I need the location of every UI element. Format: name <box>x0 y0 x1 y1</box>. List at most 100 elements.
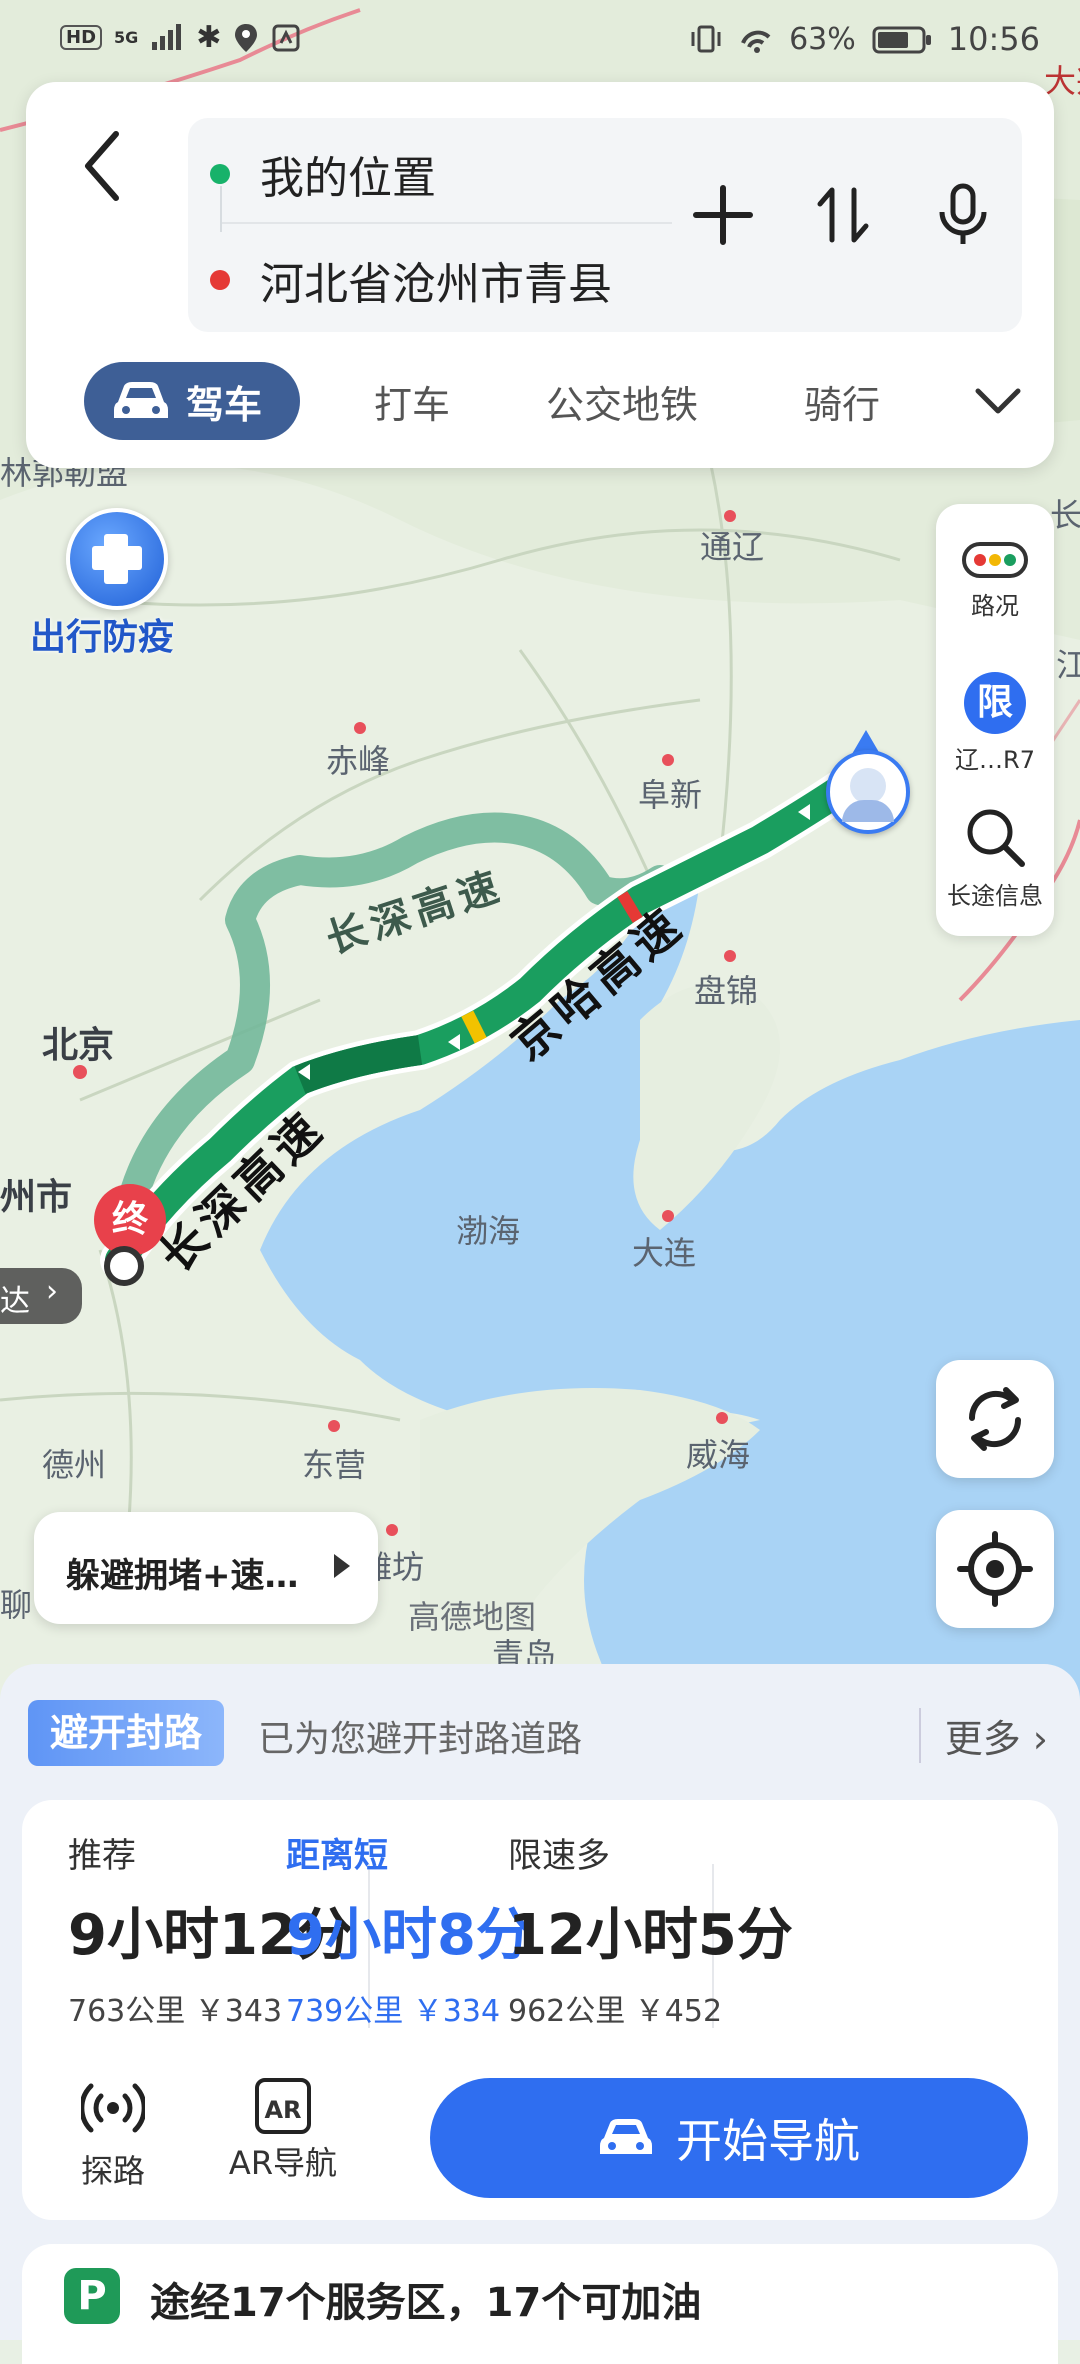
map-attribution: 高德地图 <box>408 1598 537 1636</box>
shield-icon <box>66 508 168 610</box>
restriction-badge: 限 <box>964 672 1026 734</box>
more-modes-button[interactable] <box>972 362 1024 440</box>
traffic-light-icon <box>962 542 1028 578</box>
map-label-chifeng: 赤峰 <box>326 742 391 780</box>
route-option-meta: 739公里 ￥334 <box>286 1994 501 2029</box>
map-label-dezhou: 德州 <box>42 1446 107 1484</box>
origin-dot <box>210 164 230 184</box>
route-options-card: 推荐 9小时12分 763公里 ￥343 距离短 9小时8分 739公里 ￥33… <box>22 1800 1058 2220</box>
ar-icon: AR <box>255 2078 311 2134</box>
explore-label: 探路 <box>80 2152 145 2190</box>
tab-drive[interactable]: 驾车 <box>84 362 301 440</box>
map-label-dalian: 大连 <box>632 1234 697 1272</box>
swap-icon <box>817 187 869 243</box>
tab-taxi[interactable]: 打车 <box>374 362 450 440</box>
ar-nav-button[interactable]: AR AR导航 <box>208 2078 358 2184</box>
my-location-marker <box>824 730 910 840</box>
location-icon <box>235 23 258 52</box>
destination-field[interactable]: 河北省沧州市青县 <box>210 230 612 330</box>
restriction-button[interactable]: 限 辽…R7 <box>936 672 1054 775</box>
battery-icon <box>872 26 931 54</box>
origin-field[interactable]: 我的位置 <box>210 124 436 224</box>
route-option-tag: 推荐 <box>68 1836 136 1876</box>
crosshair-icon <box>957 1531 1033 1607</box>
locate-me-button[interactable] <box>936 1510 1054 1628</box>
car-icon <box>600 2119 652 2154</box>
vibrate-icon <box>691 25 721 53</box>
route-preference-chip[interactable]: 躲避拥堵+速… <box>34 1512 378 1624</box>
avatar <box>826 750 910 834</box>
route-search-card: 我的位置 河北省沧州市青县 驾车 打车 公交地铁 骑行 <box>26 82 1054 468</box>
map-label-bohai: 渤海 <box>456 1212 521 1250</box>
notice-tag: 避开封路 <box>28 1700 225 1766</box>
tab-transit-label: 公交地铁 <box>546 382 699 427</box>
route-option-meta: 763公里 ￥343 <box>68 1994 283 2029</box>
map-label-chang-edge: 长 <box>1050 496 1080 534</box>
chevron-right-icon: › <box>46 1274 58 1309</box>
route-option-meta: 962公里 ￥452 <box>508 1994 723 2029</box>
tab-taxi-label: 打车 <box>374 382 451 427</box>
long-trip-button[interactable]: 长途信息 <box>936 804 1054 911</box>
route-panel: 避开封路 已为您避开封路道路 更多 › 推荐 9小时12分 763公里 ￥343… <box>0 1664 1080 2364</box>
notice-more-button[interactable]: 更多 › <box>918 1708 1048 1763</box>
microphone-icon <box>939 183 987 244</box>
ar-nav-label: AR导航 <box>228 2144 338 2182</box>
map-label-panjin: 盘锦 <box>694 972 759 1010</box>
map-label-beijing: 北京 <box>42 1025 115 1066</box>
route-option-speed-limit[interactable]: 限速多 12小时5分 962公里 ￥452 <box>508 1800 838 2060</box>
broadcast-icon <box>79 2083 147 2133</box>
map-label-fuxin: 阜新 <box>638 776 703 814</box>
map-side-tools: 路况 限 辽…R7 长途信息 <box>936 504 1054 936</box>
service-area-card[interactable]: P 途经17个服务区，17个可加油 <box>22 2244 1058 2364</box>
service-area-text: 途经17个服务区，17个可加油 <box>150 2280 702 2326</box>
route-divider <box>222 222 672 224</box>
restriction-label: 辽…R7 <box>955 746 1035 774</box>
tab-transit[interactable]: 公交地铁 <box>546 362 698 440</box>
traffic-button[interactable]: 路况 <box>936 540 1054 621</box>
transport-mode-tabs: 驾车 打车 公交地铁 骑行 <box>56 362 1036 448</box>
parking-icon: P <box>64 2268 120 2324</box>
add-waypoint-button[interactable] <box>688 180 758 250</box>
tab-bike-label: 骑行 <box>804 382 881 427</box>
refresh-icon <box>968 1387 1022 1451</box>
battery-percent: 63% <box>789 21 856 57</box>
hd-indicator: HD <box>60 25 103 50</box>
back-button[interactable] <box>70 120 140 210</box>
map-label-dongying: 东营 <box>302 1446 367 1484</box>
explore-button[interactable]: 探路 <box>38 2078 188 2192</box>
destination-point <box>104 1246 144 1286</box>
map-label-zhoushi: 州市 <box>0 1177 73 1218</box>
chevron-right-icon: › <box>1032 1717 1048 1761</box>
route-option-tag: 限速多 <box>508 1836 610 1876</box>
bluetooth-icon: ✱ <box>196 20 222 55</box>
clock: 10:56 <box>947 20 1040 58</box>
chevron-down-icon <box>975 388 1021 414</box>
plus-icon <box>693 185 753 245</box>
search-icon <box>967 809 1025 867</box>
swap-route-button[interactable] <box>808 180 878 250</box>
epidemic-label: 出行防疫 <box>30 617 175 658</box>
destination-text: 河北省沧州市青县 <box>260 259 612 310</box>
map-label-weihai: 威海 <box>686 1436 751 1474</box>
play-triangle-icon <box>334 1554 350 1578</box>
route-preference-label: 躲避拥堵+速… <box>66 1556 299 1596</box>
map-label-edge-j: 江 <box>1056 646 1080 684</box>
map-label-liao: 聊 <box>0 1586 33 1624</box>
long-trip-label: 长途信息 <box>947 882 1043 910</box>
route-inputs: 我的位置 河北省沧州市青县 <box>188 118 1022 332</box>
route-option-time: 12小时5分 <box>508 1903 793 1968</box>
route-option-tag: 距离短 <box>286 1836 388 1876</box>
nfc-icon <box>272 24 300 51</box>
tab-bike[interactable]: 骑行 <box>804 362 880 440</box>
origin-text: 我的位置 <box>260 153 436 204</box>
map-label-tongliao: 通辽 <box>700 528 765 566</box>
tab-drive-label: 驾车 <box>186 382 263 427</box>
route-connector <box>220 186 222 232</box>
epidemic-badge[interactable]: 出行防疫 <box>30 508 200 668</box>
arrive-chip[interactable]: 达 › <box>0 1268 82 1324</box>
destination-dot <box>210 270 230 290</box>
start-navigation-button[interactable]: 开始导航 <box>430 2078 1028 2198</box>
refresh-route-button[interactable] <box>936 1360 1054 1478</box>
route-option-time: 9小时8分 <box>286 1903 532 1968</box>
voice-input-button[interactable] <box>928 180 998 250</box>
